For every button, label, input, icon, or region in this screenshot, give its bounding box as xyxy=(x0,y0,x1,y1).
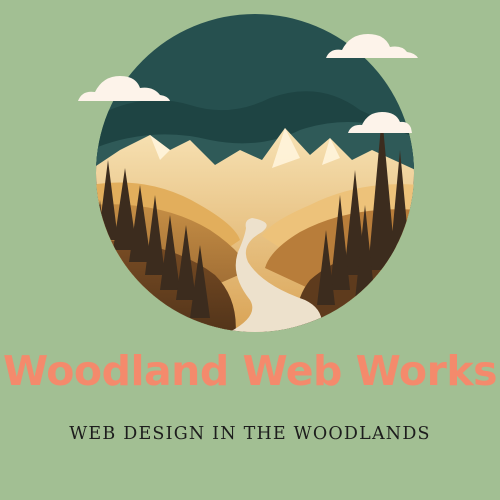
tagline: WEB DESIGN IN THE WOODLANDS xyxy=(69,424,431,444)
mountain-landscape-logo xyxy=(78,14,418,332)
landscape-scene xyxy=(96,14,414,332)
brand-name: Woodland Web Works xyxy=(3,347,498,395)
